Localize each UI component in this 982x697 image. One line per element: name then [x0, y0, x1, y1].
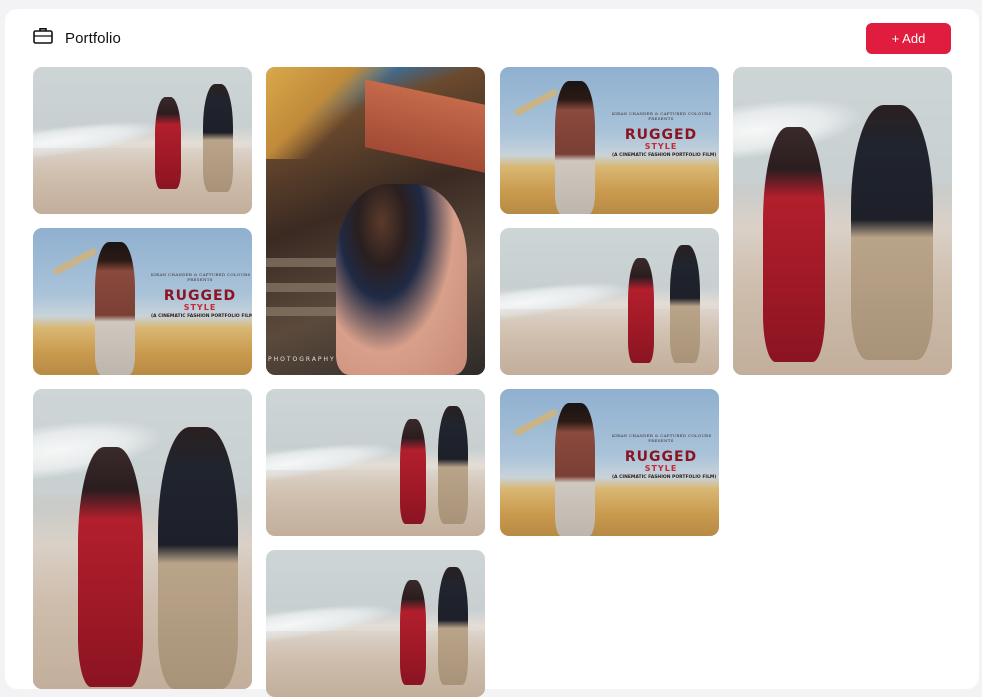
man-figure: [670, 245, 700, 363]
poster-title: RUGGED: [624, 127, 698, 143]
poster-tagline: (A CINEMATIC FASHION PORTFOLIO FILM): [612, 153, 717, 158]
gallery-item-couple-embrace[interactable]: PHOTOGRAPHY: [266, 67, 485, 375]
man-figure: [438, 406, 468, 524]
stick-prop: [513, 408, 559, 438]
railing: [266, 257, 343, 268]
gallery-item-rugged-style[interactable]: KIRAN CHANDER & CAPTURED COLOURS PRESENT…: [33, 228, 252, 375]
railing: [266, 282, 343, 292]
man-figure: [203, 84, 233, 192]
photo-watermark: PHOTOGRAPHY: [268, 356, 336, 363]
gallery-item-beach-couple[interactable]: [266, 389, 485, 536]
man-figure: [158, 427, 238, 689]
poster-tagline: (A CINEMATIC FASHION PORTFOLIO FILM): [151, 314, 252, 319]
stick-prop: [513, 88, 559, 118]
poster-subtitle: STYLE: [644, 142, 678, 151]
woman-figure: [628, 258, 654, 363]
poster-subtitle: STYLE: [644, 464, 678, 473]
man-figure: [555, 81, 595, 214]
add-button[interactable]: + Add: [866, 23, 951, 54]
poster-title: RUGGED: [624, 449, 698, 465]
gallery-item-beach-couple-closeup[interactable]: [733, 67, 952, 375]
poster-tagline: (A CINEMATIC FASHION PORTFOLIO FILM): [612, 475, 717, 480]
man-figure: [851, 105, 933, 360]
briefcase-icon: [33, 27, 53, 49]
poster-credit: KIRAN CHANDER & CAPTURED COLOURS PRESENT…: [151, 272, 251, 282]
woman-figure: [78, 447, 143, 687]
gallery-item-beach-couple[interactable]: [500, 228, 719, 375]
poster-credit: KIRAN CHANDER & CAPTURED COLOURS PRESENT…: [612, 433, 712, 443]
poster-credit: KIRAN CHANDER & CAPTURED COLOURS PRESENT…: [612, 111, 712, 121]
gallery-item-beach-couple-closeup[interactable]: [33, 389, 252, 689]
gallery-item-rugged-style[interactable]: KIRAN CHANDER & CAPTURED COLOURS PRESENT…: [500, 67, 719, 214]
poster-subtitle: STYLE: [183, 303, 217, 312]
woman-figure: [155, 97, 181, 189]
woman-figure: [400, 580, 426, 685]
portfolio-header: Portfolio: [33, 27, 121, 49]
poster-title: RUGGED: [163, 288, 237, 304]
man-figure: [555, 403, 595, 536]
gallery-item-rugged-style[interactable]: KIRAN CHANDER & CAPTURED COLOURS PRESENT…: [500, 389, 719, 536]
man-figure: [438, 567, 468, 685]
woman-figure: [763, 127, 825, 362]
gallery-item-beach-couple[interactable]: [33, 67, 252, 214]
gallery-item-beach-couple[interactable]: [266, 550, 485, 697]
page-title: Portfolio: [65, 29, 121, 47]
stick-prop: [52, 247, 98, 277]
railing: [266, 307, 343, 317]
woman-figure: [400, 419, 426, 524]
man-figure: [95, 242, 135, 375]
couple-figure: [336, 184, 468, 375]
